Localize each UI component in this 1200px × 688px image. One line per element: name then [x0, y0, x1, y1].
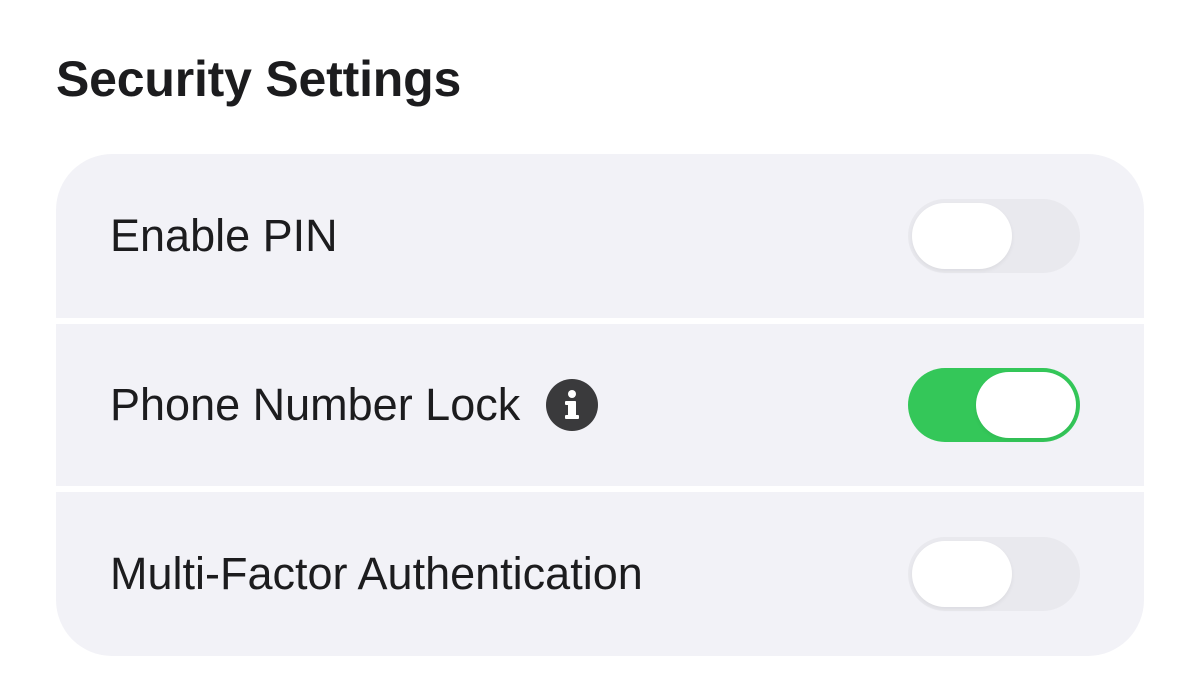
toggle-knob: [912, 203, 1012, 269]
row-label-group: Enable PIN: [110, 210, 338, 262]
enable-pin-toggle[interactable]: [908, 199, 1080, 273]
setting-row-phone-number-lock: Phone Number Lock: [56, 324, 1144, 486]
toggle-knob: [976, 372, 1076, 438]
setting-label-enable-pin: Enable PIN: [110, 210, 338, 261]
setting-label-phone-number-lock: Phone Number Lock: [110, 379, 521, 430]
setting-row-multi-factor-authentication: Multi-Factor Authentication: [56, 492, 1144, 656]
toggle-knob: [912, 541, 1012, 607]
setting-row-enable-pin: Enable PIN: [56, 154, 1144, 318]
info-glyph: [565, 390, 580, 419]
row-label-group: Multi-Factor Authentication: [110, 548, 643, 600]
page-title: Security Settings: [56, 51, 462, 107]
info-icon[interactable]: [546, 379, 599, 431]
phone-number-lock-toggle[interactable]: [908, 368, 1080, 442]
row-label-group: Phone Number Lock: [110, 379, 599, 431]
setting-label-multi-factor-authentication: Multi-Factor Authentication: [110, 548, 643, 599]
multi-factor-authentication-toggle[interactable]: [908, 537, 1080, 611]
settings-list: Enable PIN Phone Number Lock Multi-Facto…: [56, 154, 1144, 656]
security-settings-page: Security Settings Enable PIN Phone Numbe…: [0, 0, 1200, 688]
